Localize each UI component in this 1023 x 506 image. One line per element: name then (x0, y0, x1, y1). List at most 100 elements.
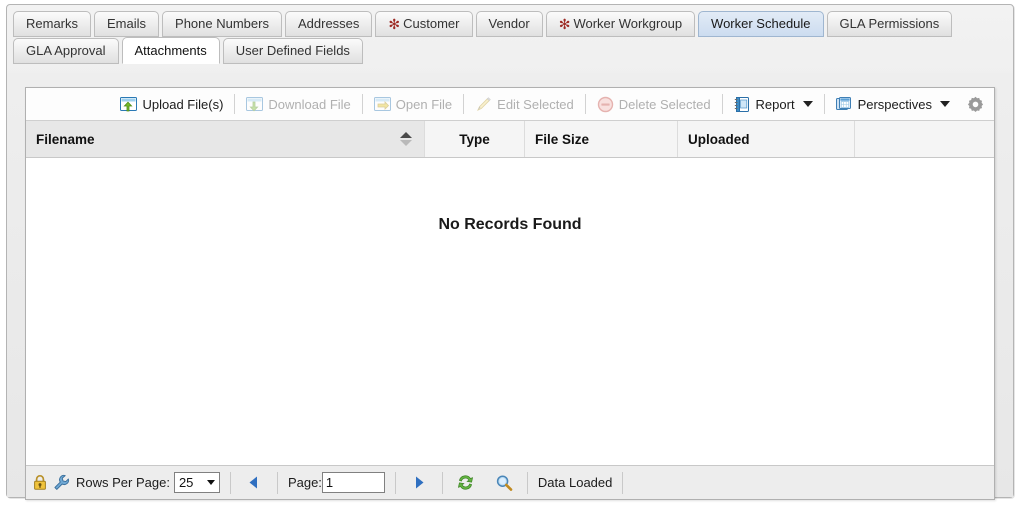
next-page-button[interactable] (406, 471, 432, 495)
sort-arrows-icon (400, 132, 412, 146)
gear-icon (967, 96, 984, 113)
toolbar-separator (463, 94, 465, 114)
previous-page-button[interactable] (241, 471, 267, 495)
no-records-message: No Records Found (438, 216, 582, 233)
chevron-down-icon (802, 101, 813, 107)
perspectives-windows-icon (835, 96, 853, 113)
column-header-type[interactable]: Type (425, 121, 525, 157)
next-page-icon (412, 475, 426, 490)
report-button[interactable]: Report (726, 91, 821, 118)
refresh-button[interactable] (453, 471, 479, 495)
tab-vendor[interactable]: Vendor (475, 11, 543, 37)
upload-files-label: Upload File(s) (142, 96, 224, 112)
column-header-file-size[interactable]: File Size (525, 121, 678, 157)
upload-files-button[interactable]: Upload File(s) (112, 91, 231, 118)
open-file-icon (373, 96, 391, 113)
tab-customer[interactable]: ✻ Customer (375, 11, 473, 37)
toolbar-separator (361, 94, 363, 114)
lock-icon[interactable] (32, 474, 48, 491)
column-header-label: Filename (36, 131, 95, 147)
toolbar-separator (823, 94, 825, 114)
upload-file-icon (120, 96, 138, 113)
tab-phone-numbers[interactable]: Phone Numbers (162, 11, 282, 37)
rows-per-page-label: Rows Per Page: (76, 475, 170, 490)
search-icon (495, 474, 513, 492)
wrench-icon[interactable] (53, 474, 70, 491)
rows-per-page-select[interactable]: 25 (173, 472, 220, 493)
pager-separator (622, 471, 624, 494)
search-button[interactable] (491, 471, 517, 495)
download-file-button[interactable]: Download File (238, 91, 358, 118)
tab-gla-approval[interactable]: GLA Approval (13, 38, 119, 64)
tab-remarks[interactable]: Remarks (13, 11, 92, 37)
toolbar-separator (234, 94, 236, 114)
column-header-uploaded[interactable]: Uploaded (678, 121, 855, 157)
grid-settings-button[interactable] (962, 92, 988, 117)
refresh-icon (456, 473, 475, 492)
toolbar-separator (584, 94, 586, 114)
tab-emails[interactable]: Emails (94, 11, 160, 37)
tab-label: GLA Permissions (839, 16, 940, 31)
rows-per-page-value: 25 (178, 475, 194, 490)
chevron-down-icon (940, 101, 950, 107)
tab-label: Worker Schedule (711, 16, 811, 31)
attachments-grid-panel: Upload File(s) Download File Open File E… (25, 87, 995, 500)
tab-label: GLA Approval (26, 43, 106, 58)
tab-gla-permissions[interactable]: GLA Permissions (826, 11, 953, 37)
open-file-label: Open File (395, 96, 453, 112)
grid-pager: Rows Per Page: 25 Page: 1 Data Loaded (26, 465, 994, 499)
tab-worker-workgroup[interactable]: ✻ Worker Workgroup (545, 11, 696, 37)
chevron-down-icon (206, 480, 215, 485)
edit-selected-label: Edit Selected (497, 96, 574, 112)
page-label: Page: (287, 475, 322, 490)
column-header-label: Uploaded (688, 131, 750, 147)
tab-addresses[interactable]: Addresses (284, 11, 373, 37)
tab-label: Remarks (26, 16, 79, 31)
status-message: Data Loaded (537, 475, 613, 490)
tab-label: Customer (403, 16, 460, 31)
tab-label: Emails (107, 16, 147, 31)
tab-label: Attachments (134, 42, 207, 58)
tab-label: Addresses (297, 16, 360, 31)
page-number-input[interactable] (321, 472, 385, 493)
column-header-label: Type (459, 131, 490, 147)
download-file-icon (246, 96, 264, 113)
pencil-icon (475, 96, 492, 113)
tab-label: User Defined Fields (235, 43, 350, 58)
pager-separator (229, 471, 231, 494)
tab-strip: Remarks Emails Phone Numbers Addresses ✻… (7, 5, 1013, 64)
tab-row-1: Remarks Emails Phone Numbers Addresses ✻… (13, 11, 1013, 37)
perspectives-label: Perspectives (857, 96, 932, 112)
tab-label: Vendor (488, 16, 530, 31)
grid-toolbar: Upload File(s) Download File Open File E… (26, 88, 994, 121)
pager-separator (394, 471, 396, 494)
report-label: Report (755, 96, 795, 112)
report-book-icon (734, 96, 751, 113)
column-header-spacer (855, 121, 994, 157)
grid-body: No Records Found (26, 159, 994, 465)
column-header-label: File Size (535, 131, 590, 147)
tab-label: Worker Workgroup (573, 16, 683, 31)
delete-selected-label: Delete Selected (618, 96, 711, 112)
open-file-button[interactable]: Open File (366, 91, 460, 118)
previous-page-icon (247, 475, 261, 490)
tab-panel: Remarks Emails Phone Numbers Addresses ✻… (6, 4, 1014, 500)
tab-row-2: GLA Approval Attachments User Defined Fi… (13, 37, 1013, 64)
tab-content-attachments: Upload File(s) Download File Open File E… (7, 73, 1013, 500)
download-file-label: Download File (268, 96, 351, 112)
delete-selected-button[interactable]: Delete Selected (589, 91, 719, 118)
tab-label: Phone Numbers (175, 16, 269, 31)
perspectives-button[interactable]: Perspectives (828, 91, 958, 118)
toolbar-separator (721, 94, 723, 114)
delete-circle-icon (597, 96, 614, 113)
tab-user-defined-fields[interactable]: User Defined Fields (222, 38, 363, 64)
pager-separator (276, 471, 278, 494)
required-asterisk-icon: ✻ (388, 16, 401, 32)
pager-separator (526, 471, 528, 494)
column-header-filename[interactable]: Filename (26, 121, 425, 157)
required-asterisk-icon: ✻ (558, 16, 571, 32)
grid-header-row: Filename Type File Size Uploaded (26, 121, 994, 158)
edit-selected-button[interactable]: Edit Selected (467, 91, 582, 118)
tab-worker-schedule[interactable]: Worker Schedule (698, 11, 824, 37)
tab-attachments[interactable]: Attachments (121, 37, 220, 64)
